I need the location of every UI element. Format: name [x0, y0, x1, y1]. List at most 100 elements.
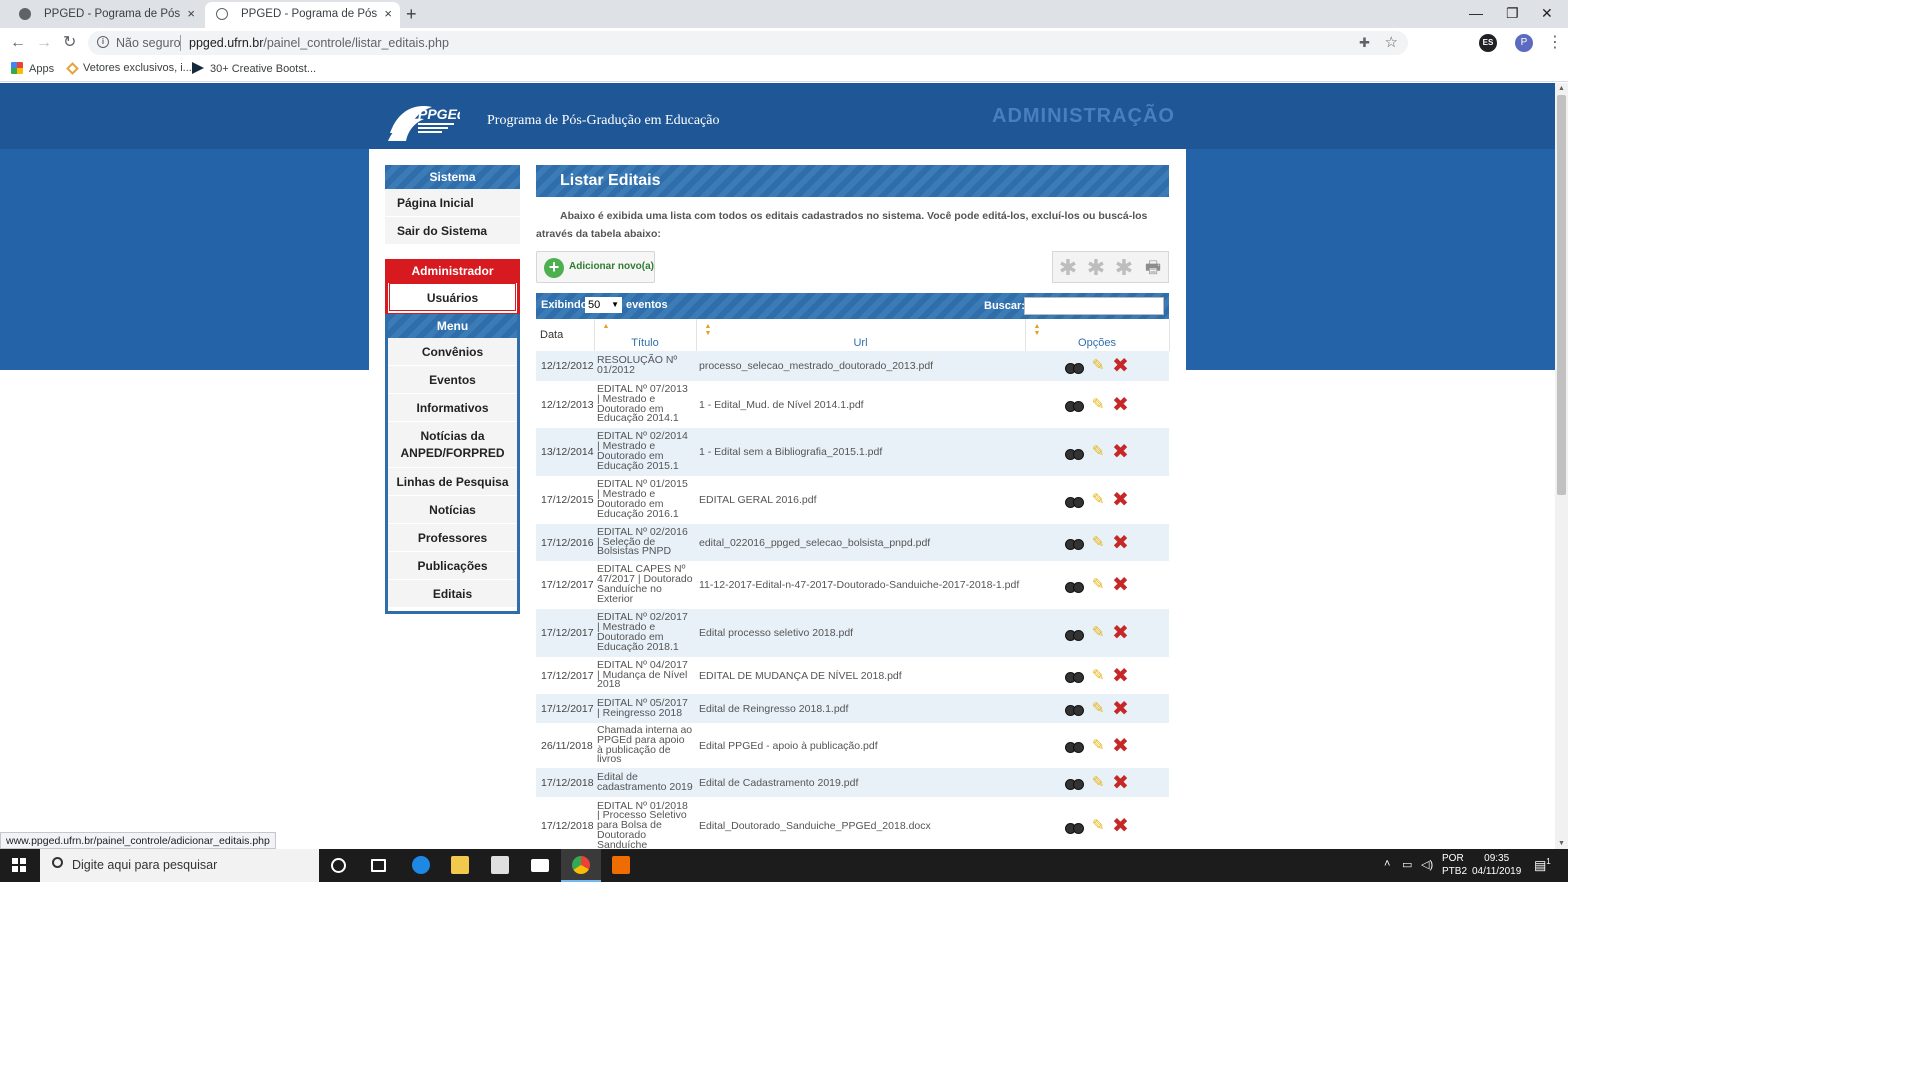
- address-bar[interactable]: i Não seguro ppged.ufrn.br/painel_contro…: [88, 31, 1408, 55]
- delete-x-icon[interactable]: ✖: [1112, 773, 1129, 793]
- browser-tab-active[interactable]: PPGED - Pograma de Pós Gradua ×: [205, 2, 400, 28]
- edit-pencil-icon[interactable]: ✎: [1090, 818, 1106, 834]
- mail-icon[interactable]: [531, 859, 549, 872]
- bookmark-star-icon[interactable]: ☆: [1385, 33, 1398, 51]
- edit-pencil-icon[interactable]: ✎: [1090, 396, 1106, 413]
- view-binoculars-icon[interactable]: [1065, 777, 1085, 791]
- sidebar-item-sair[interactable]: Sair do Sistema: [385, 217, 520, 245]
- taskbar-search[interactable]: Digite aqui para pesquisar: [40, 849, 319, 882]
- new-tab-button[interactable]: +: [406, 2, 417, 26]
- delete-x-icon[interactable]: ✖: [1112, 395, 1129, 415]
- edit-pencil-icon[interactable]: ✎: [1090, 577, 1106, 593]
- back-button[interactable]: ←: [10, 32, 26, 54]
- edit-pencil-icon[interactable]: ✎: [1090, 774, 1106, 791]
- extension-puzzle-icon[interactable]: ✚: [1359, 35, 1370, 51]
- store-icon[interactable]: [491, 856, 509, 874]
- volume-icon[interactable]: ◁): [1421, 858, 1433, 871]
- taskbar-active-app[interactable]: [561, 849, 601, 882]
- delete-x-icon[interactable]: ✖: [1112, 666, 1129, 686]
- sidebar-item-noticias-anped[interactable]: Notícias da ANPED/FORPRED: [388, 422, 517, 468]
- sidebar-item-eventos[interactable]: Eventos: [388, 366, 517, 394]
- delete-x-icon[interactable]: ✖: [1112, 533, 1129, 553]
- taskbar-clock[interactable]: 09:35 04/11/2019: [1472, 852, 1521, 878]
- view-binoculars-icon[interactable]: [1065, 399, 1085, 412]
- edit-pencil-icon[interactable]: ✎: [1090, 534, 1106, 551]
- scroll-down-icon[interactable]: ▼: [1558, 840, 1565, 847]
- print-icon[interactable]: 🖶: [1142, 257, 1164, 279]
- column-header-url[interactable]: ▲ ▼ Url: [696, 319, 1026, 351]
- export-puzzle-icon[interactable]: ✱: [1085, 257, 1107, 279]
- view-binoculars-icon[interactable]: [1065, 447, 1085, 460]
- delete-x-icon[interactable]: ✖: [1112, 490, 1129, 510]
- delete-x-icon[interactable]: ✖: [1112, 736, 1129, 756]
- add-new-button[interactable]: + Adicionar novo(a): [536, 251, 655, 283]
- scroll-up-icon[interactable]: ▲: [1558, 85, 1565, 92]
- sidebar-item-editais[interactable]: Editais: [388, 580, 517, 608]
- view-binoculars-icon[interactable]: [1065, 821, 1085, 834]
- sidebar-item-convenios[interactable]: Convênios: [388, 338, 517, 366]
- view-binoculars-icon[interactable]: [1065, 495, 1085, 508]
- bookmark-creative[interactable]: 30+ Creative Bootst...: [192, 62, 316, 75]
- xampp-icon[interactable]: [612, 856, 630, 874]
- windows-start-icon[interactable]: [12, 858, 26, 872]
- edit-pencil-icon[interactable]: ✎: [1090, 667, 1106, 684]
- search-input[interactable]: [1024, 297, 1164, 315]
- edit-pencil-icon[interactable]: ✎: [1090, 737, 1106, 754]
- browser-menu-icon[interactable]: ⋮: [1547, 32, 1563, 52]
- edit-pencil-icon[interactable]: ✎: [1090, 444, 1106, 460]
- forward-button[interactable]: →: [36, 32, 52, 54]
- language-indicator[interactable]: POR PTB2: [1442, 852, 1467, 878]
- sidebar-item-informativos[interactable]: Informativos: [388, 394, 517, 422]
- edit-pencil-icon[interactable]: ✎: [1090, 492, 1106, 508]
- edit-pencil-icon[interactable]: ✎: [1090, 700, 1106, 717]
- edit-pencil-icon[interactable]: ✎: [1090, 625, 1106, 641]
- tray-chevron-icon[interactable]: ˄: [1384, 858, 1390, 870]
- sidebar-item-professores[interactable]: Professores: [388, 524, 517, 552]
- close-window-button[interactable]: ✕: [1541, 2, 1553, 24]
- profile-avatar[interactable]: P: [1515, 34, 1533, 52]
- network-icon[interactable]: ▭: [1402, 858, 1412, 871]
- view-binoculars-icon[interactable]: [1065, 703, 1085, 716]
- delete-x-icon[interactable]: ✖: [1112, 816, 1129, 836]
- delete-x-icon[interactable]: ✖: [1112, 699, 1129, 719]
- export-puzzle-icon[interactable]: ✱: [1113, 257, 1135, 279]
- export-puzzle-icon[interactable]: ✱: [1057, 257, 1079, 279]
- delete-x-icon[interactable]: ✖: [1112, 575, 1129, 595]
- browser-tab[interactable]: PPGED - Pograma de Pós Gradua ×: [8, 2, 203, 28]
- close-tab-icon[interactable]: ×: [384, 2, 392, 26]
- minimize-window-button[interactable]: —: [1469, 2, 1483, 24]
- view-binoculars-icon[interactable]: [1065, 740, 1085, 754]
- sidebar-item-linhas-pesquisa[interactable]: Linhas de Pesquisa: [388, 468, 517, 496]
- view-binoculars-icon[interactable]: [1065, 537, 1085, 550]
- page-size-select[interactable]: 50 ▼: [585, 297, 622, 313]
- column-header-title[interactable]: ▲ Título: [594, 319, 697, 351]
- delete-x-icon[interactable]: ✖: [1112, 356, 1129, 376]
- view-binoculars-icon[interactable]: [1065, 361, 1085, 374]
- extension-badge[interactable]: ES: [1479, 34, 1497, 52]
- sidebar-item-pagina-inicial[interactable]: Página Inicial: [385, 189, 520, 217]
- cortana-icon[interactable]: [331, 858, 346, 873]
- sidebar-item-publicacoes[interactable]: Publicações: [388, 552, 517, 580]
- sidebar-item-usuarios[interactable]: Usuários: [389, 283, 516, 311]
- maximize-window-button[interactable]: ❐: [1506, 2, 1519, 24]
- edge-browser-icon[interactable]: [412, 856, 430, 874]
- reload-button[interactable]: ↻: [63, 32, 76, 54]
- view-binoculars-icon[interactable]: [1065, 670, 1085, 683]
- page-scrollbar[interactable]: ▲ ▼: [1555, 83, 1568, 849]
- site-info-icon[interactable]: i: [97, 36, 109, 48]
- sidebar-item-noticias[interactable]: Notícias: [388, 496, 517, 524]
- task-view-icon[interactable]: [371, 859, 386, 872]
- view-binoculars-icon[interactable]: [1065, 628, 1085, 641]
- file-explorer-icon[interactable]: [451, 856, 469, 874]
- url-text[interactable]: ppged.ufrn.br/painel_controle/listar_edi…: [189, 36, 449, 50]
- delete-x-icon[interactable]: ✖: [1112, 442, 1129, 462]
- delete-x-icon[interactable]: ✖: [1112, 623, 1129, 643]
- column-header-options[interactable]: ▲ ▼ Opções: [1025, 319, 1170, 351]
- scrollbar-thumb[interactable]: [1557, 95, 1566, 495]
- close-tab-icon[interactable]: ×: [187, 2, 195, 26]
- view-binoculars-icon[interactable]: [1065, 580, 1085, 593]
- bookmark-apps[interactable]: Apps: [11, 62, 54, 75]
- column-header-date[interactable]: Data: [536, 319, 595, 351]
- bookmark-vetores[interactable]: Vetores exclusivos, i...: [66, 62, 192, 75]
- edit-pencil-icon[interactable]: ✎: [1090, 358, 1106, 374]
